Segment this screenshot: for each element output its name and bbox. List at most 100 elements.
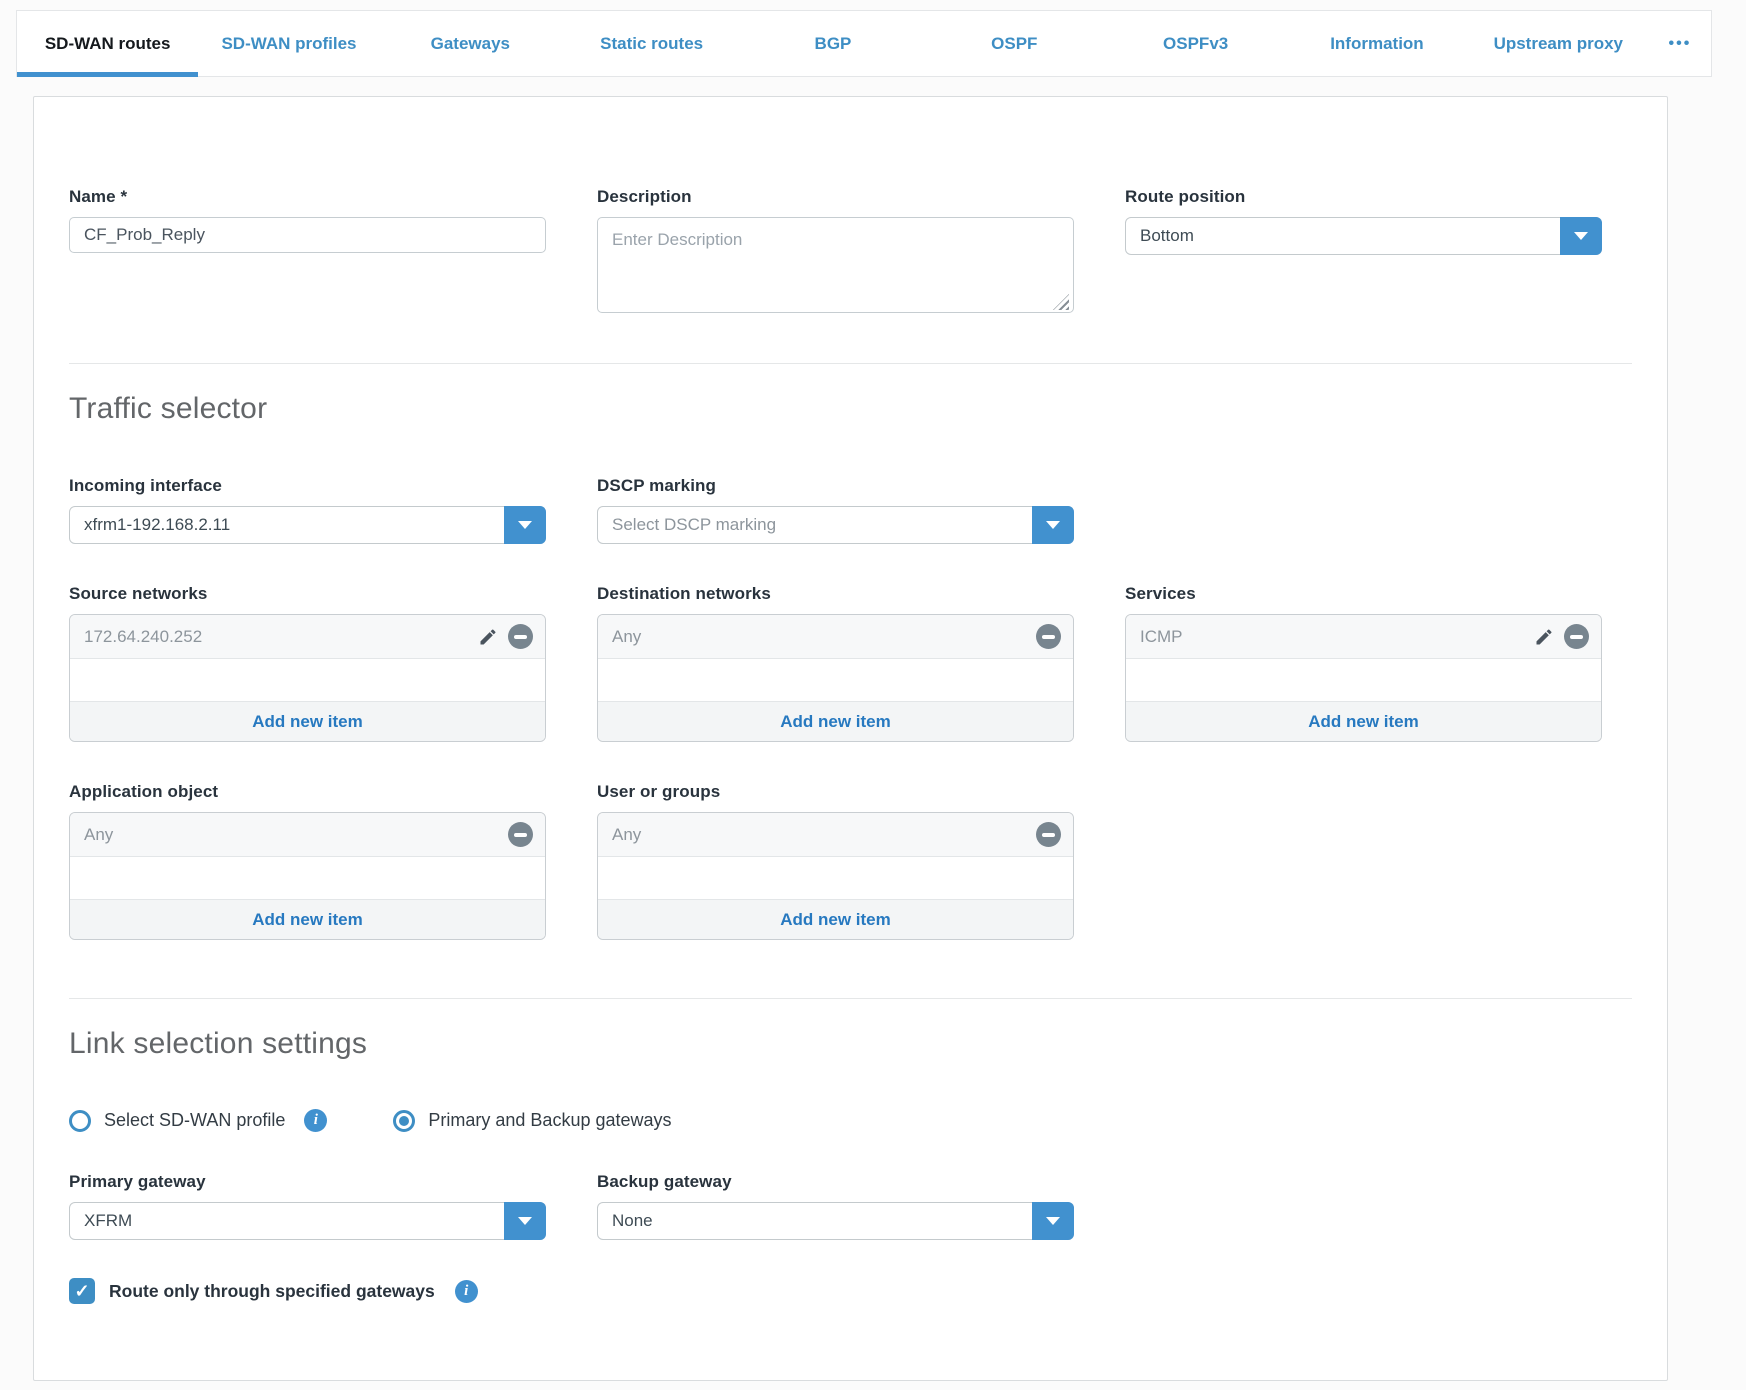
description-textarea[interactable] (597, 217, 1074, 313)
info-icon[interactable]: i (455, 1280, 478, 1303)
info-icon[interactable]: i (304, 1109, 327, 1132)
destination-networks-box: Any Add new item (597, 614, 1074, 742)
link-selection-options: Select SD-WAN profile i Primary and Back… (69, 1109, 1632, 1132)
route-form-card: Name * Description Route position Bottom… (33, 96, 1668, 1381)
list-item: Any (598, 615, 1073, 659)
radio-option-primary-backup[interactable]: Primary and Backup gateways (393, 1110, 671, 1132)
list-empty-area (598, 857, 1073, 899)
add-new-item-button[interactable]: Add new item (598, 899, 1073, 939)
user-or-groups-label: User or groups (597, 782, 1074, 802)
gateways-row: Primary gateway XFRM Backup gateway None (69, 1172, 1632, 1240)
list-empty-area (598, 659, 1073, 701)
list-item: ICMP (1126, 615, 1601, 659)
route-position-group: Route position Bottom (1125, 187, 1602, 318)
primary-gateway-group: Primary gateway XFRM (69, 1172, 546, 1240)
section-divider (69, 998, 1632, 999)
list-item: 172.64.240.252 (70, 615, 545, 659)
list-item: Any (598, 813, 1073, 857)
user-or-groups-box: Any Add new item (597, 812, 1074, 940)
services-group: Services ICMP Add new item (1125, 584, 1602, 742)
tab-ospfv3[interactable]: OSPFv3 (1105, 11, 1286, 76)
radio-unselected-icon[interactable] (69, 1110, 91, 1132)
edit-pencil-icon[interactable] (1534, 627, 1554, 647)
dscp-marking-select[interactable]: Select DSCP marking (597, 506, 1074, 544)
tab-gateways[interactable]: Gateways (380, 11, 561, 76)
incoming-interface-value: xfrm1-192.168.2.11 (70, 515, 504, 535)
incoming-interface-select[interactable]: xfrm1-192.168.2.11 (69, 506, 546, 544)
link-selection-heading: Link selection settings (69, 1027, 1632, 1061)
remove-minus-icon[interactable] (508, 822, 533, 847)
caret-glyph (1046, 521, 1060, 529)
route-position-select[interactable]: Bottom (1125, 217, 1602, 255)
add-new-item-button[interactable]: Add new item (1126, 701, 1601, 741)
caret-down-icon[interactable] (1560, 217, 1602, 255)
add-new-item-button[interactable]: Add new item (70, 899, 545, 939)
description-field-group: Description (597, 187, 1074, 318)
caret-down-icon[interactable] (504, 1202, 546, 1240)
backup-gateway-label: Backup gateway (597, 1172, 1074, 1192)
add-new-item-button[interactable]: Add new item (70, 701, 545, 741)
tab-sdwan-routes[interactable]: SD-WAN routes (17, 11, 198, 76)
remove-minus-icon[interactable] (1564, 624, 1589, 649)
backup-gateway-value: None (598, 1211, 1032, 1231)
caret-glyph (518, 521, 532, 529)
remove-minus-icon[interactable] (508, 624, 533, 649)
radio-label: Select SD-WAN profile (104, 1110, 285, 1131)
caret-down-icon[interactable] (504, 506, 546, 544)
name-field-group: Name * (69, 187, 546, 318)
name-label: Name * (69, 187, 546, 207)
tab-sdwan-profiles[interactable]: SD-WAN profiles (198, 11, 379, 76)
list-item-text: Any (84, 825, 508, 845)
description-label: Description (597, 187, 1074, 207)
radio-selected-icon[interactable] (393, 1110, 415, 1132)
name-input[interactable] (69, 217, 546, 253)
list-empty-area (1126, 659, 1601, 701)
list-item-text: ICMP (1140, 627, 1534, 647)
app-users-row: Application object Any Add new item User… (69, 782, 1632, 940)
source-networks-group: Source networks 172.64.240.252 Add new i… (69, 584, 546, 742)
dscp-marking-group: DSCP marking Select DSCP marking (597, 476, 1074, 544)
caret-glyph (1574, 232, 1588, 240)
route-position-label: Route position (1125, 187, 1602, 207)
caret-glyph (1046, 1217, 1060, 1225)
tab-bgp[interactable]: BGP (742, 11, 923, 76)
backup-gateway-select[interactable]: None (597, 1202, 1074, 1240)
routing-tabbar: SD-WAN routes SD-WAN profiles Gateways S… (16, 10, 1712, 77)
networks-services-row: Source networks 172.64.240.252 Add new i… (69, 584, 1632, 742)
list-item-text: Any (612, 627, 1036, 647)
application-object-group: Application object Any Add new item (69, 782, 546, 940)
remove-minus-icon[interactable] (1036, 822, 1061, 847)
radio-label: Primary and Backup gateways (428, 1110, 671, 1131)
list-item-text: Any (612, 825, 1036, 845)
tab-information[interactable]: Information (1286, 11, 1467, 76)
primary-gateway-label: Primary gateway (69, 1172, 546, 1192)
dscp-marking-label: DSCP marking (597, 476, 1074, 496)
caret-down-icon[interactable] (1032, 506, 1074, 544)
tab-ospf[interactable]: OSPF (924, 11, 1105, 76)
destination-networks-group: Destination networks Any Add new item (597, 584, 1074, 742)
application-object-label: Application object (69, 782, 546, 802)
more-tabs-icon[interactable]: ••• (1649, 11, 1711, 76)
edit-pencil-icon[interactable] (478, 627, 498, 647)
caret-down-icon[interactable] (1032, 1202, 1074, 1240)
checkbox-checked-icon[interactable]: ✓ (69, 1278, 95, 1304)
list-item-text: 172.64.240.252 (84, 627, 478, 647)
list-item: Any (70, 813, 545, 857)
list-empty-area (70, 659, 545, 701)
tab-static-routes[interactable]: Static routes (561, 11, 742, 76)
add-new-item-button[interactable]: Add new item (598, 701, 1073, 741)
tab-upstream-proxy[interactable]: Upstream proxy (1468, 11, 1649, 76)
route-position-value: Bottom (1126, 226, 1560, 246)
route-only-row: ✓ Route only through specified gateways … (69, 1278, 1632, 1304)
services-label: Services (1125, 584, 1602, 604)
incoming-interface-label: Incoming interface (69, 476, 546, 496)
radio-option-sdwan-profile[interactable]: Select SD-WAN profile i (69, 1109, 327, 1132)
services-box: ICMP Add new item (1125, 614, 1602, 742)
sdwan-route-edit-page: SD-WAN routes SD-WAN profiles Gateways S… (0, 10, 1746, 1390)
section-divider (69, 363, 1632, 364)
caret-glyph (518, 1217, 532, 1225)
list-empty-area (70, 857, 545, 899)
remove-minus-icon[interactable] (1036, 624, 1061, 649)
primary-gateway-select[interactable]: XFRM (69, 1202, 546, 1240)
general-fields-row: Name * Description Route position Bottom (69, 187, 1632, 318)
